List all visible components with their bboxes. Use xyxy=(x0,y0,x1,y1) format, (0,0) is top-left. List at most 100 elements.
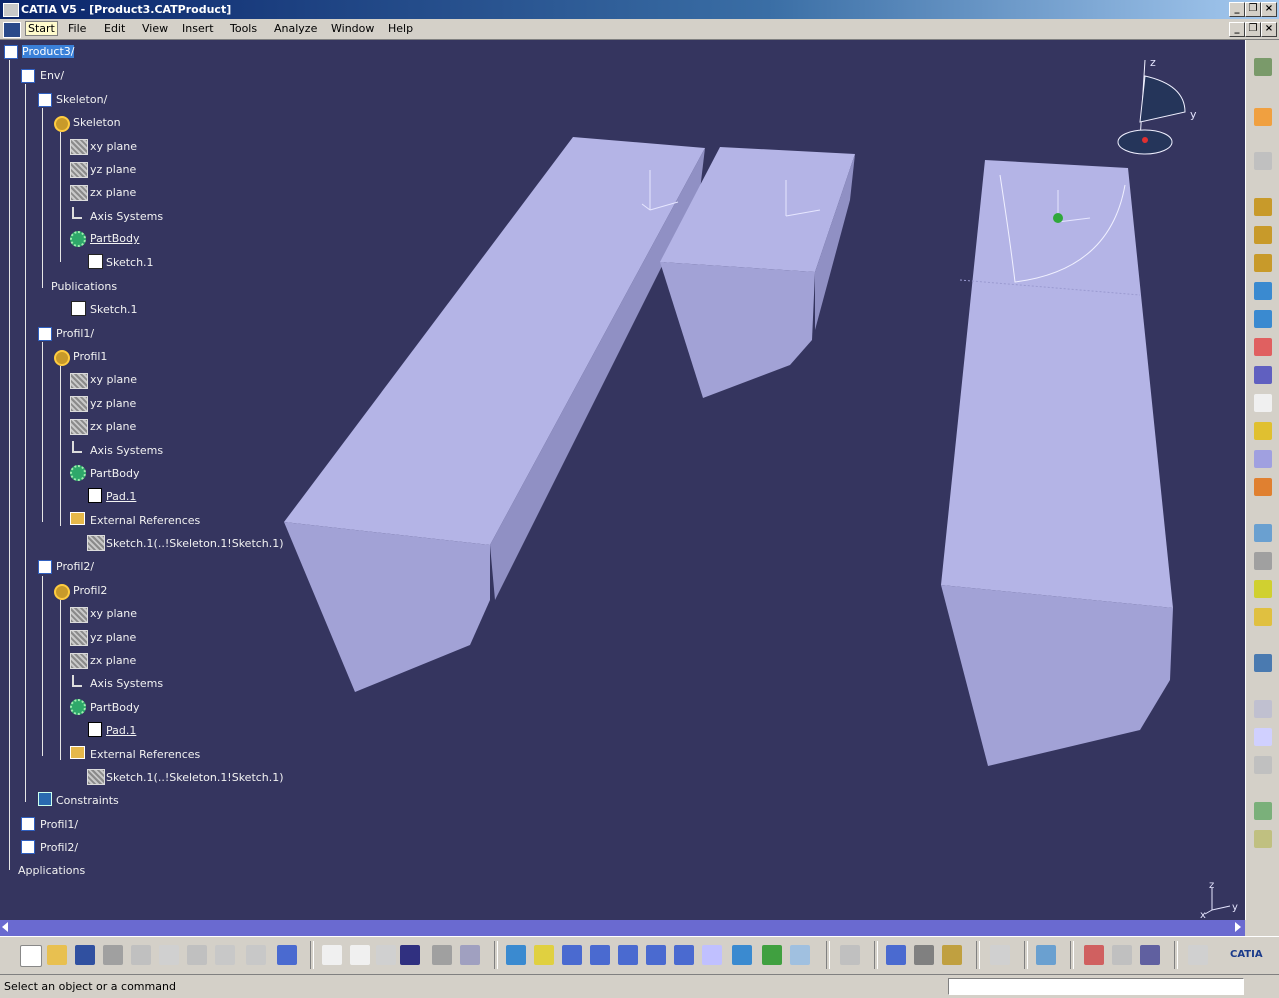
hide-show-icon[interactable] xyxy=(762,945,782,965)
new-document-icon[interactable] xyxy=(20,945,42,967)
measure-item-icon[interactable] xyxy=(914,945,934,965)
document-icon[interactable] xyxy=(3,22,21,38)
existing-component-icon[interactable] xyxy=(1254,282,1272,300)
tree-node-zx-plane[interactable]: zx plane xyxy=(90,186,136,199)
menu-help[interactable]: Help xyxy=(388,22,413,35)
update-icon[interactable] xyxy=(840,945,860,965)
whats-this-icon[interactable] xyxy=(277,945,297,965)
snap-icon[interactable] xyxy=(1254,524,1272,542)
gears-icon[interactable] xyxy=(1254,58,1272,76)
explode-icon[interactable] xyxy=(1254,552,1272,570)
tree-node-yz-plane[interactable]: yz plane xyxy=(90,163,136,176)
replace-component-icon[interactable] xyxy=(1254,310,1272,328)
geometry-canvas[interactable]: z y z y x xyxy=(0,40,1245,920)
new-product-icon[interactable] xyxy=(1254,226,1272,244)
doc-restore-icon[interactable]: ❐ xyxy=(1245,22,1261,37)
normal-view-icon[interactable] xyxy=(674,945,694,965)
publication-toolbar-icon[interactable] xyxy=(1254,830,1272,848)
fly-icon[interactable] xyxy=(506,945,526,965)
tree-node-axis-systems[interactable]: Axis Systems xyxy=(90,677,163,690)
menu-view[interactable]: View xyxy=(142,22,168,35)
multi-instantiation-icon[interactable] xyxy=(1254,422,1272,440)
zoom-in-icon[interactable] xyxy=(618,945,638,965)
graph-tree-reordering-icon[interactable] xyxy=(1254,338,1272,356)
tree-node-publication-sketch[interactable]: Sketch.1 xyxy=(90,303,138,316)
tree-node-partbody[interactable]: PartBody xyxy=(90,467,139,480)
doc-close-icon[interactable]: × xyxy=(1261,22,1277,37)
print-icon[interactable] xyxy=(103,945,123,965)
tree-node-profil1-product[interactable]: Profil1/ xyxy=(56,327,94,340)
measure-inertia-icon[interactable] xyxy=(942,945,962,965)
parameter-icon[interactable] xyxy=(376,945,396,965)
open-icon[interactable] xyxy=(47,945,67,965)
undo-icon[interactable] xyxy=(215,945,235,965)
scenes-icon[interactable] xyxy=(1254,654,1272,672)
select-arrow-icon[interactable] xyxy=(1254,108,1272,126)
doc-minimize-icon[interactable]: _ xyxy=(1229,22,1245,37)
copy-icon[interactable] xyxy=(159,945,179,965)
scroll-left-icon[interactable] xyxy=(2,922,8,932)
tree-node-profil1-instance[interactable]: Profil1/ xyxy=(40,818,78,831)
command-input[interactable] xyxy=(948,978,1244,995)
zoom-out-icon[interactable] xyxy=(646,945,666,965)
menu-edit[interactable]: Edit xyxy=(104,22,125,35)
tree-node-xy-plane[interactable]: xy plane xyxy=(90,607,137,620)
tree-node-profil2-instance[interactable]: Profil2/ xyxy=(40,841,78,854)
shading-icon[interactable] xyxy=(732,945,752,965)
tree-node-yz-plane[interactable]: yz plane xyxy=(90,397,136,410)
paste-icon[interactable] xyxy=(187,945,207,965)
tree-node-profil1-part[interactable]: Profil1 xyxy=(73,350,107,363)
cut-icon[interactable] xyxy=(131,945,151,965)
annotation-icon[interactable] xyxy=(1254,700,1272,718)
tree-node-xy-plane[interactable]: xy plane xyxy=(90,373,137,386)
minimize-icon[interactable]: _ xyxy=(1229,2,1245,17)
fast-multi-instantiation-icon[interactable] xyxy=(1254,450,1272,468)
menu-start[interactable]: Start xyxy=(25,21,58,36)
lock-icon[interactable] xyxy=(432,945,452,965)
tree-node-partbody[interactable]: PartBody xyxy=(90,701,139,714)
menu-insert[interactable]: Insert xyxy=(182,22,214,35)
scroll-right-icon[interactable] xyxy=(1235,922,1241,932)
redo-icon[interactable] xyxy=(246,945,266,965)
manipulation-icon[interactable] xyxy=(1254,478,1272,496)
law-icon[interactable] xyxy=(460,945,480,965)
tree-node-axis-systems[interactable]: Axis Systems xyxy=(90,210,163,223)
bill-of-material-icon[interactable] xyxy=(1254,394,1272,412)
tree-node-sketch[interactable]: Sketch.1 xyxy=(106,256,154,269)
clash-icon[interactable] xyxy=(1254,580,1272,598)
menu-tools[interactable]: Tools xyxy=(230,22,257,35)
tree-node-skeleton-product[interactable]: Skeleton/ xyxy=(56,93,107,106)
tree-node-profil2-part[interactable]: Profil2 xyxy=(73,584,107,597)
tree-node-external-references[interactable]: External References xyxy=(90,748,200,761)
catalog-browser-icon[interactable] xyxy=(1254,802,1272,820)
tree-node-sketch-reference[interactable]: Sketch.1(..!Skeleton.1!Sketch.1) xyxy=(106,771,284,784)
tree-node-constraints[interactable]: Constraints xyxy=(56,794,119,807)
tree-node-publications[interactable]: Publications xyxy=(51,280,117,293)
3d-viewport[interactable]: z y z y x Product3/ Env/ Skeleton/ Skele… xyxy=(0,40,1245,920)
menu-analyze[interactable]: Analyze xyxy=(274,22,317,35)
tree-node-zx-plane[interactable]: zx plane xyxy=(90,654,136,667)
tree-node-axis-systems[interactable]: Axis Systems xyxy=(90,444,163,457)
generate-numbering-icon[interactable] xyxy=(1254,366,1272,384)
environment-icon[interactable] xyxy=(1112,945,1132,965)
tree-node-sketch-reference[interactable]: Sketch.1(..!Skeleton.1!Sketch.1) xyxy=(106,537,284,550)
tree-node-xy-plane[interactable]: xy plane xyxy=(90,140,137,153)
design-table-icon[interactable] xyxy=(400,945,420,965)
tree-node-env[interactable]: Env/ xyxy=(40,69,64,82)
tree-node-yz-plane[interactable]: yz plane xyxy=(90,631,136,644)
isometric-view-icon[interactable] xyxy=(702,945,722,965)
horizontal-scrollbar[interactable] xyxy=(0,920,1245,936)
tree-node-zx-plane[interactable]: zx plane xyxy=(90,420,136,433)
menu-file[interactable]: File xyxy=(68,22,86,35)
tree-node-external-references[interactable]: External References xyxy=(90,514,200,527)
rotate-icon[interactable] xyxy=(590,945,610,965)
fit-all-icon[interactable] xyxy=(534,945,554,965)
close-icon[interactable]: × xyxy=(1261,2,1277,17)
new-component-icon[interactable] xyxy=(1254,198,1272,216)
swap-visible-space-icon[interactable] xyxy=(790,945,810,965)
grid-icon[interactable] xyxy=(1188,945,1208,965)
render-icon[interactable] xyxy=(1084,945,1104,965)
select-other-icon[interactable] xyxy=(1254,152,1272,170)
knowledge-icon[interactable] xyxy=(350,945,370,965)
tree-node-pad[interactable]: Pad.1 xyxy=(106,724,136,737)
